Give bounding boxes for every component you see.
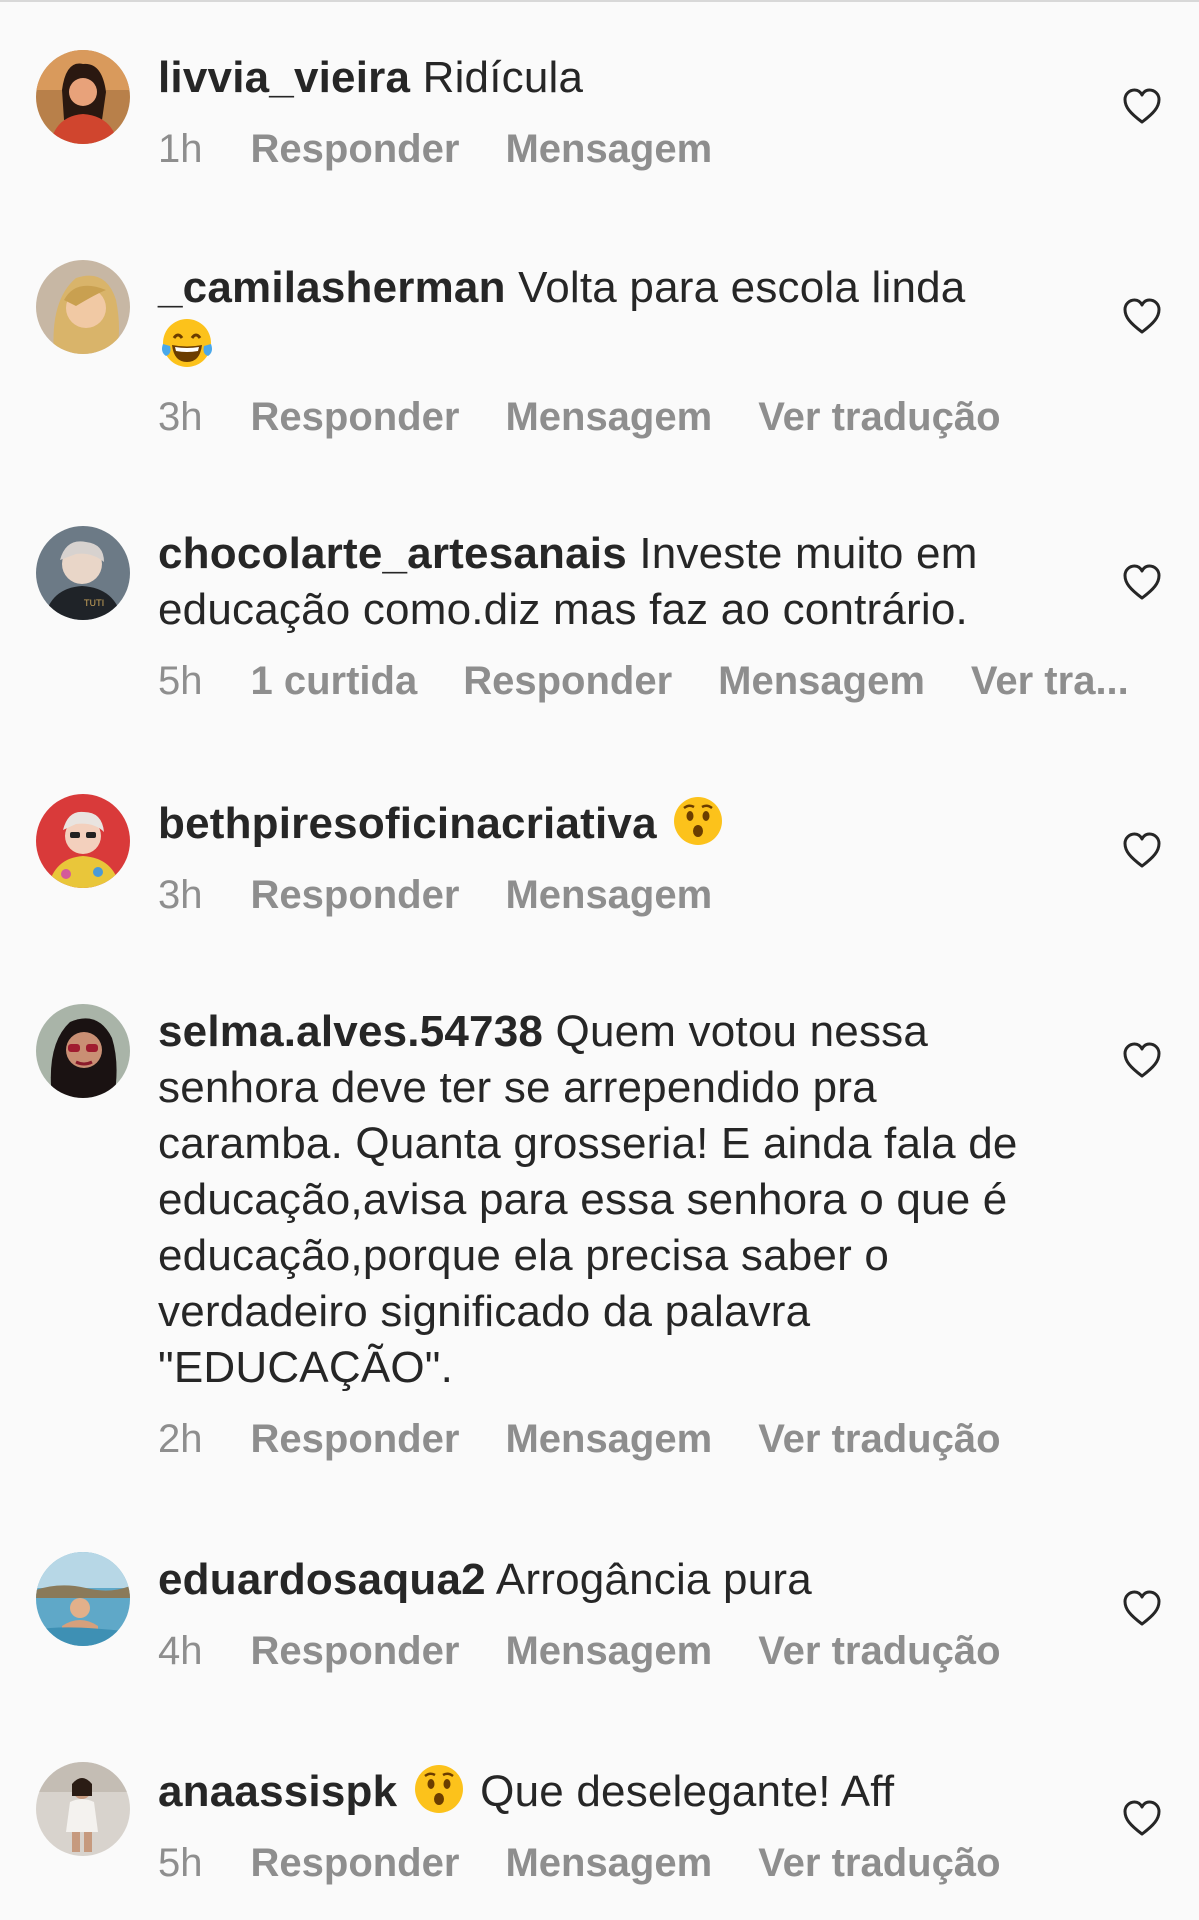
comment-time: 5h xyxy=(158,659,203,703)
avatar[interactable] xyxy=(36,1762,130,1856)
comment-username[interactable]: selma.alves.54738 xyxy=(158,1007,543,1056)
reply-button[interactable]: Responder xyxy=(463,656,672,706)
comment-username[interactable]: anaassispk xyxy=(158,1767,397,1816)
comment-username[interactable]: bethpiresoficinacriativa xyxy=(158,799,657,848)
translate-button[interactable]: Ver tra... xyxy=(971,656,1129,706)
message-button[interactable]: Mensagem xyxy=(505,392,712,442)
svg-text:TUTI: TUTI xyxy=(83,599,104,609)
comment-body: Quem votou nessa senhora deve ter se arr… xyxy=(158,1007,1018,1392)
comment-body: Volta para escola linda xyxy=(518,263,966,312)
hushed-face-icon xyxy=(674,797,723,845)
comment-username[interactable]: chocolarte_artesanais xyxy=(158,529,627,578)
comment-text: _camilasherman Volta para escola linda xyxy=(158,260,1058,374)
comment-text: selma.alves.54738 Quem votou nessa senho… xyxy=(158,1004,1058,1396)
message-button[interactable]: Mensagem xyxy=(505,1626,712,1676)
message-button[interactable]: Mensagem xyxy=(505,870,712,920)
reply-button[interactable]: Responder xyxy=(251,1838,460,1888)
comment-text: eduardosaqua2 Arrogância pura xyxy=(158,1552,1058,1608)
heart-outline-icon[interactable] xyxy=(1122,87,1162,125)
heart-outline-icon[interactable] xyxy=(1122,1589,1162,1627)
likes-count[interactable]: 1 curtida xyxy=(251,656,418,706)
comment-time: 3h xyxy=(158,873,203,917)
translate-button[interactable]: Ver tradução xyxy=(758,1626,1000,1676)
avatar[interactable] xyxy=(36,1004,130,1098)
comment-meta: 3h Responder Mensagem Ver tradução xyxy=(158,392,1058,442)
comment-meta: 1h Responder Mensagem xyxy=(158,124,1058,174)
comment-username[interactable]: livvia_vieira xyxy=(158,53,410,102)
heart-outline-icon[interactable] xyxy=(1122,1041,1162,1079)
comment-meta: 3h Responder Mensagem xyxy=(158,870,1058,920)
comment-meta: 2h Responder Mensagem Ver tradução xyxy=(158,1414,1058,1464)
message-button[interactable]: Mensagem xyxy=(505,1414,712,1464)
message-button[interactable]: Mensagem xyxy=(718,656,925,706)
comment-text: chocolarte_artesanais Investe muito em e… xyxy=(158,526,1058,638)
top-divider xyxy=(0,0,1199,2)
comment-time: 2h xyxy=(158,1417,203,1461)
avatar[interactable]: TUTI xyxy=(36,526,130,620)
face-with-tears-of-joy-icon xyxy=(162,319,212,367)
avatar[interactable] xyxy=(36,260,130,354)
reply-button[interactable]: Responder xyxy=(251,870,460,920)
reply-button[interactable]: Responder xyxy=(251,1414,460,1464)
comment-time: 3h xyxy=(158,395,203,439)
hushed-face-icon xyxy=(414,1765,463,1813)
comment-body: Ridícula xyxy=(422,53,584,102)
message-button[interactable]: Mensagem xyxy=(505,1838,712,1888)
heart-outline-icon[interactable] xyxy=(1122,297,1162,335)
comment-time: 1h xyxy=(158,127,203,171)
comment-meta: 4h Responder Mensagem Ver tradução xyxy=(158,1626,1058,1676)
heart-outline-icon[interactable] xyxy=(1122,831,1162,869)
comment-meta: 5h 1 curtida Responder Mensagem Ver tra... xyxy=(158,656,1129,706)
translate-button[interactable]: Ver tradução xyxy=(758,392,1000,442)
translate-button[interactable]: Ver tradução xyxy=(758,1838,1000,1888)
comment-meta: 5h Responder Mensagem Ver tradução xyxy=(158,1838,1058,1888)
reply-button[interactable]: Responder xyxy=(251,124,460,174)
comment-text: livvia_vieira Ridícula xyxy=(158,50,1058,106)
message-button[interactable]: Mensagem xyxy=(505,124,712,174)
comment-text: anaassispk Que deselegante! Aff xyxy=(158,1762,1058,1820)
avatar[interactable] xyxy=(36,1552,130,1646)
comment-text: bethpiresoficinacriativa xyxy=(158,794,1058,852)
comment-time: 4h xyxy=(158,1629,203,1673)
translate-button[interactable]: Ver tradução xyxy=(758,1414,1000,1464)
avatar[interactable] xyxy=(36,794,130,888)
comment-username[interactable]: eduardosaqua2 xyxy=(158,1555,486,1604)
avatar[interactable] xyxy=(36,50,130,144)
comment-body: Arrogância pura xyxy=(495,1555,812,1604)
comment-username[interactable]: _camilasherman xyxy=(158,263,506,312)
reply-button[interactable]: Responder xyxy=(251,392,460,442)
comment-time: 5h xyxy=(158,1841,203,1885)
reply-button[interactable]: Responder xyxy=(251,1626,460,1676)
heart-outline-icon[interactable] xyxy=(1122,563,1162,601)
heart-outline-icon[interactable] xyxy=(1122,1799,1162,1837)
comment-body: Que deselegante! Aff xyxy=(480,1767,895,1816)
